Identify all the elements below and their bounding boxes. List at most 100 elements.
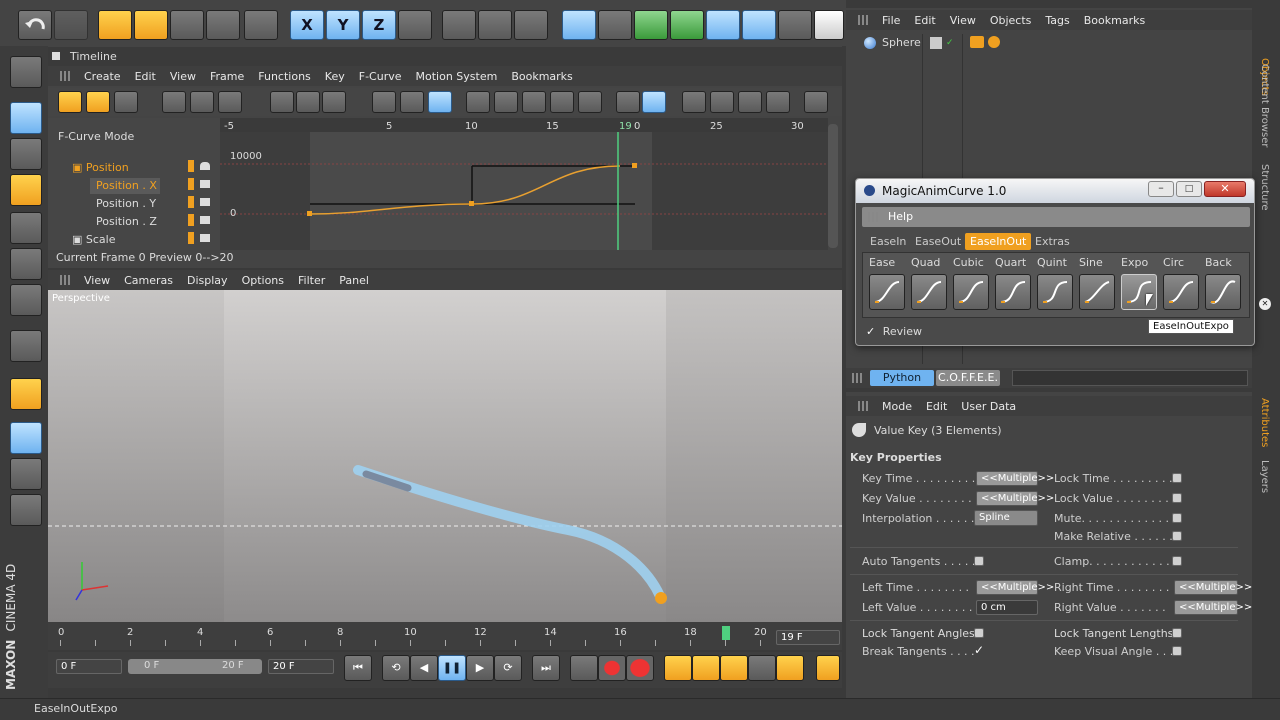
menu-cameras[interactable]: Cameras — [124, 274, 173, 287]
track-position-x[interactable]: Position . X — [96, 179, 157, 192]
side-tab-attributes[interactable]: Attributes — [1259, 398, 1270, 447]
quart-curve-button[interactable] — [995, 274, 1031, 310]
next-key-icon[interactable]: ⟳ — [494, 655, 522, 681]
layer-toggle-icon[interactable] — [930, 37, 942, 49]
track-position-z[interactable]: Position . Z — [96, 215, 157, 228]
ease-curve-button[interactable] — [869, 274, 905, 310]
menu-options[interactable]: Options — [242, 274, 284, 287]
dialog-close-marker-icon[interactable]: ✕ — [1259, 298, 1271, 310]
prev-key-icon[interactable]: ⟲ — [382, 655, 410, 681]
edges-mode-icon[interactable] — [10, 248, 42, 280]
key-position-icon[interactable] — [664, 655, 692, 681]
go-to-start-icon[interactable]: ⏮ — [344, 655, 372, 681]
rotate-tool-icon[interactable] — [206, 10, 240, 40]
key-value-field[interactable]: <<Multiple>> — [976, 491, 1054, 506]
next-frame-icon[interactable]: ▶ — [466, 655, 494, 681]
menu-create[interactable]: Create — [84, 70, 121, 83]
frame-selected-icon[interactable] — [190, 91, 214, 113]
end-frame-field[interactable]: 20 F — [268, 659, 334, 674]
review-checkbox[interactable]: ✓ Review — [866, 325, 922, 338]
object-row-sphere[interactable]: Sphere ✓ — [850, 34, 1248, 52]
menu-file[interactable]: File — [882, 14, 900, 27]
menu-bookmarks[interactable]: Bookmarks — [511, 70, 572, 83]
tab-extras[interactable]: Extras — [1030, 233, 1075, 250]
key-scale-icon[interactable] — [692, 655, 720, 681]
lock-value-checkbox[interactable] — [1172, 493, 1182, 503]
start-frame-field[interactable]: 0 F — [56, 659, 122, 674]
menu-edit[interactable]: Edit — [926, 400, 947, 413]
auto-keying-icon[interactable] — [598, 655, 626, 681]
lock-value-icon[interactable] — [710, 91, 734, 113]
menu-display[interactable]: Display — [187, 274, 228, 287]
track-position-y[interactable]: Position . Y — [96, 197, 156, 210]
camera-icon[interactable] — [778, 10, 812, 40]
lock-tangent-icon[interactable] — [738, 91, 762, 113]
render-picture-viewer-icon[interactable] — [478, 10, 512, 40]
ease-out-icon[interactable] — [522, 91, 546, 113]
menu-mode[interactable]: Mode — [882, 400, 912, 413]
zero-angle-icon[interactable] — [804, 91, 828, 113]
scale-tool-icon[interactable] — [170, 10, 204, 40]
menu-key[interactable]: Key — [325, 70, 345, 83]
planar-workplane-icon[interactable] — [10, 458, 42, 490]
go-to-end-icon[interactable]: ⏭ — [532, 655, 560, 681]
menu-view[interactable]: View — [950, 14, 976, 27]
menu-view[interactable]: View — [170, 70, 196, 83]
track-position[interactable]: ▣ Position — [72, 161, 129, 174]
break-tangent-icon[interactable] — [578, 91, 602, 113]
render-view-icon[interactable] — [442, 10, 476, 40]
y-axis-button[interactable]: Y — [326, 10, 360, 40]
prev-frame-icon[interactable]: ◀ — [410, 655, 438, 681]
render-settings-icon[interactable] — [514, 10, 548, 40]
make-relative-checkbox[interactable] — [1172, 531, 1182, 541]
right-time-field[interactable]: <<Multiple>> — [1174, 580, 1252, 595]
subdivision-icon[interactable] — [634, 10, 668, 40]
make-editable-icon[interactable] — [10, 56, 42, 88]
dialog-titlebar[interactable]: MagicAnimCurve 1.0 – □ ✕ — [856, 179, 1254, 203]
side-tab-layers[interactable]: Layers — [1259, 460, 1270, 493]
timeline-window-icon[interactable] — [816, 655, 840, 681]
selection-tool-icon[interactable] — [98, 10, 132, 40]
pause-icon[interactable]: ❚❚ — [438, 655, 466, 681]
ease-in-icon[interactable] — [494, 91, 518, 113]
record-keys-icon[interactable] — [570, 655, 598, 681]
key-pla-icon[interactable] — [776, 655, 804, 681]
linear-interp-icon[interactable] — [372, 91, 396, 113]
points-mode-icon[interactable] — [10, 212, 42, 244]
workplane-icon[interactable] — [10, 174, 42, 206]
add-key-icon[interactable] — [270, 91, 294, 113]
playhead[interactable] — [722, 626, 730, 640]
lock-workplane-icon[interactable] — [10, 422, 42, 454]
current-frame-field[interactable]: 19 F — [776, 630, 840, 645]
auto-tangents-checkbox[interactable] — [974, 556, 984, 566]
spline-icon[interactable] — [10, 494, 42, 526]
right-value-field[interactable]: <<Multiple>> — [1174, 600, 1252, 615]
menu-panel[interactable]: Panel — [339, 274, 369, 287]
side-tab-content-browser[interactable]: Content Browser — [1259, 64, 1270, 147]
key-mode-icon[interactable] — [58, 91, 82, 113]
x-axis-button[interactable]: X — [290, 10, 324, 40]
back-curve-button[interactable] — [1205, 274, 1241, 310]
menu-view[interactable]: View — [84, 274, 110, 287]
side-tab-structure[interactable]: Structure — [1259, 164, 1270, 211]
move-tool-icon[interactable] — [134, 10, 168, 40]
circ-curve-button[interactable] — [1163, 274, 1199, 310]
cloner-icon[interactable] — [670, 10, 704, 40]
light-icon[interactable] — [814, 10, 844, 40]
maximize-button[interactable]: □ — [1176, 181, 1202, 197]
menu-bookmarks[interactable]: Bookmarks — [1084, 14, 1145, 27]
menu-tags[interactable]: Tags — [1045, 14, 1069, 27]
menu-objects[interactable]: Objects — [990, 14, 1032, 27]
add-track-icon[interactable] — [296, 91, 320, 113]
texture-mode-icon[interactable] — [10, 138, 42, 170]
deformer-icon[interactable] — [706, 10, 740, 40]
coordinate-system-icon[interactable] — [398, 10, 432, 40]
step-interp-icon[interactable] — [400, 91, 424, 113]
menu-functions[interactable]: Functions — [258, 70, 311, 83]
lock-time-icon[interactable] — [682, 91, 706, 113]
zoom-icon[interactable] — [642, 91, 666, 113]
menu-user-data[interactable]: User Data — [961, 400, 1016, 413]
menu-edit[interactable]: Edit — [914, 14, 935, 27]
script-input[interactable] — [1012, 370, 1248, 386]
visibility-dots-icon[interactable]: ✓ — [946, 38, 956, 48]
